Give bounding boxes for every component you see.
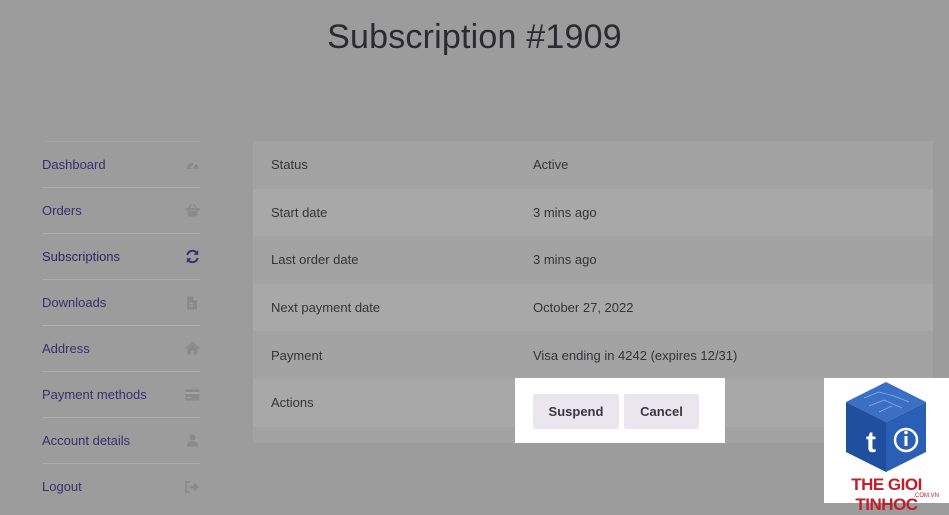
- sign-out-icon: [184, 479, 200, 495]
- svg-text:t: t: [866, 426, 876, 459]
- sidebar-item-label: Downloads: [42, 295, 107, 310]
- sidebar-item-label: Address: [42, 341, 90, 356]
- row-value: Active: [533, 157, 569, 173]
- row-value: October 27, 2022: [533, 300, 634, 316]
- sidebar-item-label: Orders: [42, 203, 82, 218]
- dashboard-icon: [184, 157, 200, 173]
- row-value: 3 mins ago: [533, 252, 597, 268]
- table-row-start-date: Start date 3 mins ago: [253, 188, 933, 237]
- watermark-logo: t THE GIOI TINHOC .COM.VN: [824, 378, 949, 514]
- row-label: Next payment date: [271, 300, 381, 316]
- sidebar-item-downloads[interactable]: Downloads: [42, 279, 200, 325]
- sidebar-item-label: Payment methods: [42, 387, 147, 402]
- brand-domain: .COM.VN: [913, 493, 939, 499]
- sidebar-item-orders[interactable]: Orders: [42, 187, 200, 233]
- row-label: Status: [271, 157, 308, 173]
- table-row-payment: Payment Visa ending in 4242 (expires 12/…: [253, 331, 933, 379]
- page-title: Subscription #1909: [327, 18, 622, 56]
- actions-panel: Suspend Cancel: [515, 378, 725, 443]
- home-icon: [184, 341, 200, 357]
- sidebar-item-account-details[interactable]: Account details: [42, 417, 200, 463]
- sidebar-item-label: Dashboard: [42, 157, 106, 172]
- refresh-icon: [184, 249, 200, 265]
- credit-card-icon: [184, 387, 200, 403]
- sidebar-item-payment-methods[interactable]: Payment methods: [42, 371, 200, 417]
- row-label: Actions: [271, 395, 314, 411]
- sidebar-item-logout[interactable]: Logout: [42, 463, 200, 509]
- account-navigation: Dashboard Orders Subscriptions Downloads…: [42, 141, 200, 509]
- sidebar-item-label: Logout: [42, 479, 82, 494]
- row-label: Start date: [271, 204, 328, 220]
- user-icon: [184, 433, 200, 449]
- brand-cube-icon: t: [846, 382, 926, 472]
- sidebar-item-subscriptions[interactable]: Subscriptions: [42, 233, 200, 279]
- table-row-status: Status Active: [253, 141, 933, 189]
- table-row-last-order-date: Last order date 3 mins ago: [253, 236, 933, 284]
- sidebar-item-label: Account details: [42, 433, 131, 448]
- sidebar-item-dashboard[interactable]: Dashboard: [42, 141, 200, 187]
- row-value: 3 mins ago: [533, 204, 597, 220]
- basket-icon: [184, 203, 200, 219]
- row-value: Visa ending in 4242 (expires 12/31): [533, 347, 738, 363]
- sidebar-item-label: Subscriptions: [42, 249, 121, 264]
- file-icon: [184, 295, 200, 311]
- row-label: Payment: [271, 347, 323, 363]
- table-row-next-payment-date: Next payment date October 27, 2022: [253, 283, 933, 332]
- sidebar-item-address[interactable]: Address: [42, 325, 200, 371]
- suspend-button[interactable]: Suspend: [533, 394, 619, 429]
- row-label: Last order date: [271, 252, 359, 268]
- cancel-button[interactable]: Cancel: [624, 394, 699, 429]
